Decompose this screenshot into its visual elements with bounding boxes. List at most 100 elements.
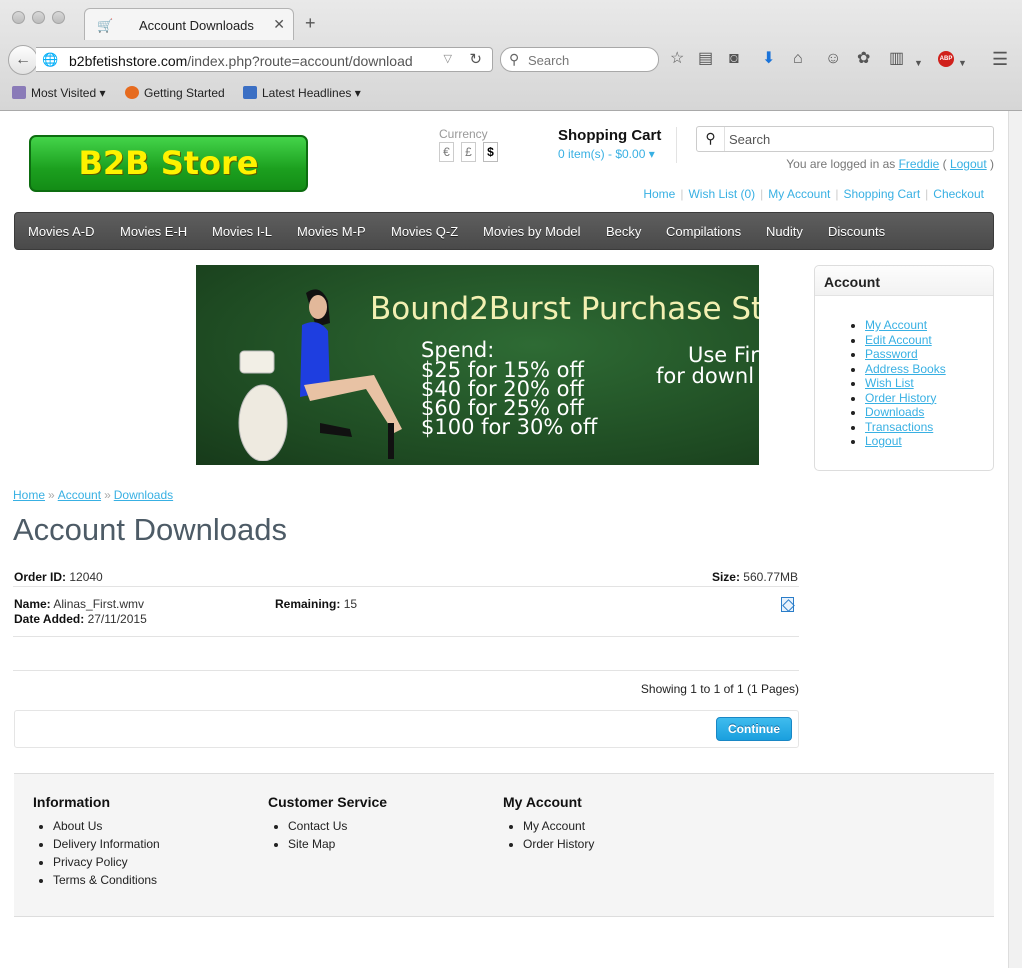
account-sidebar-title: Account — [815, 266, 993, 296]
back-button[interactable]: ← — [8, 45, 38, 75]
browser-search-input[interactable]: ⚲ Search — [500, 47, 659, 72]
sidebar-link-wish-list[interactable]: Wish List — [865, 376, 914, 390]
remaining-label: Remaining: — [275, 597, 341, 611]
hamburger-menu-icon[interactable]: ☰ — [992, 50, 1008, 68]
breadcrumb-downloads[interactable]: Downloads — [114, 488, 173, 502]
adblock-icon[interactable]: ABP — [938, 51, 954, 67]
shopping-cart-widget[interactable]: Shopping Cart 0 item(s) - $0.00 ▾ — [558, 127, 661, 161]
menu-item[interactable]: Discounts — [828, 224, 885, 239]
footer-link[interactable]: Terms & Conditions — [53, 871, 160, 889]
top-link-checkout[interactable]: Checkout — [933, 187, 984, 201]
menu-item[interactable]: Movies E-H — [120, 224, 187, 239]
page-title: Account Downloads — [13, 512, 287, 547]
banner-line: for downl — [656, 364, 755, 388]
divider — [676, 127, 677, 163]
sidebar-link-transactions[interactable]: Transactions — [865, 420, 933, 434]
clipboard-icon[interactable]: ▥ — [889, 50, 904, 68]
footer-link[interactable]: Order History — [523, 835, 594, 853]
tab-close-icon[interactable]: ✕ — [273, 16, 285, 33]
menu-item[interactable]: Nudity — [766, 224, 803, 239]
top-link-wish-list[interactable]: Wish List (0) — [688, 187, 755, 201]
scrollbar[interactable] — [1008, 111, 1022, 968]
minimize-window-button[interactable] — [32, 11, 45, 24]
page-viewport: B2B Store Currency € £ $ Shopping Cart 0 i… — [0, 111, 1008, 968]
footer: Information About Us Delivery Informatio… — [14, 773, 994, 917]
site-search-placeholder: Search — [729, 132, 771, 147]
menu-item[interactable]: Movies A-D — [28, 224, 94, 239]
currency-dollar-button[interactable]: $ — [483, 142, 498, 162]
cart-total[interactable]: 0 item(s) - $0.00 ▾ — [558, 147, 661, 161]
sidebar-link-downloads[interactable]: Downloads — [865, 405, 924, 419]
breadcrumb-account[interactable]: Account — [58, 488, 101, 502]
adblock-dropdown-icon[interactable]: ▼ — [958, 54, 967, 72]
tab-title: Account Downloads — [139, 18, 254, 33]
footer-link[interactable]: Delivery Information — [53, 835, 160, 853]
sidebar-link-address-books[interactable]: Address Books — [865, 362, 946, 376]
sidebar-link-edit-account[interactable]: Edit Account — [865, 333, 932, 347]
menu-item[interactable]: Movies M-P — [297, 224, 366, 239]
browser-tab[interactable]: 🛒 Account Downloads ✕ — [84, 8, 294, 40]
download-icon[interactable] — [781, 597, 794, 612]
bookmarks-toolbar: Most Visited ▾ Getting Started Latest He… — [0, 82, 1022, 104]
bookmark-latest-headlines[interactable]: Latest Headlines ▾ — [243, 86, 361, 100]
url-dropdown-icon[interactable]: ▽ — [444, 52, 452, 65]
name-label: Name: — [14, 597, 51, 611]
menu-item[interactable]: Movies Q-Z — [391, 224, 458, 239]
store-logo[interactable]: B2B Store — [29, 135, 308, 192]
menu-item[interactable]: Becky — [606, 224, 641, 239]
reload-icon[interactable]: ↻ — [469, 50, 482, 68]
clipboard-dropdown-icon[interactable]: ▼ — [914, 54, 923, 72]
breadcrumb-home[interactable]: Home — [13, 488, 45, 502]
globe-icon: 🌐 — [42, 52, 59, 67]
promo-banner[interactable]: Bound2Burst Purchase St Spend: $25 for 1… — [196, 265, 759, 465]
footer-link[interactable]: Site Map — [288, 835, 387, 853]
list-item: Wish List — [865, 376, 946, 391]
zoom-window-button[interactable] — [52, 11, 65, 24]
banner-line: Spend: — [421, 338, 495, 362]
footer-link[interactable]: Privacy Policy — [53, 853, 160, 871]
new-tab-button[interactable]: + — [305, 14, 316, 32]
list-item: Order History — [865, 391, 946, 406]
reading-list-icon[interactable]: ▤ — [698, 50, 713, 68]
menu-item[interactable]: Compilations — [666, 224, 741, 239]
order-id-label: Order ID: — [14, 570, 67, 584]
footer-my-account: My Account My Account Order History — [503, 794, 594, 853]
bookmark-star-icon[interactable]: ☆ — [670, 50, 684, 68]
rss-icon — [243, 86, 257, 99]
pocket-icon[interactable]: ◙ — [729, 50, 739, 68]
browser-search-placeholder: Search — [528, 53, 570, 68]
extension-icon[interactable]: ✿ — [857, 50, 870, 68]
continue-button[interactable]: Continue — [716, 717, 792, 741]
home-icon[interactable]: ⌂ — [793, 50, 803, 68]
footer-link[interactable]: About Us — [53, 817, 160, 835]
sidebar-link-password[interactable]: Password — [865, 347, 918, 361]
bookmark-getting-started[interactable]: Getting Started — [125, 86, 225, 100]
search-icon[interactable]: ⚲ — [697, 127, 725, 151]
logout-link[interactable]: Logout — [950, 157, 987, 171]
top-link-home[interactable]: Home — [643, 187, 675, 201]
sidebar-link-order-history[interactable]: Order History — [865, 391, 936, 405]
menu-item[interactable]: Movies I-L — [212, 224, 272, 239]
downloads-icon[interactable]: ⬇ — [762, 50, 775, 68]
url-bar[interactable]: 🌐 b2bfetishstore.com/index.php?route=acc… — [36, 47, 493, 72]
currency-euro-button[interactable]: € — [439, 142, 454, 162]
order-header: Order ID: 12040 Size: 560.77MB — [13, 570, 799, 587]
banner-line: $100 for 30% off — [421, 415, 598, 439]
chevron-down-icon: ▾ — [648, 147, 655, 161]
username-link[interactable]: Freddie — [899, 157, 940, 171]
sidebar-link-my-account[interactable]: My Account — [865, 318, 927, 332]
chat-icon[interactable]: ☺ — [825, 50, 841, 68]
sidebar-link-logout[interactable]: Logout — [865, 434, 902, 448]
size-label: Size: — [711, 570, 740, 584]
top-link-shopping-cart[interactable]: Shopping Cart — [843, 187, 920, 201]
pagination-results: Showing 1 to 1 of 1 (1 Pages) — [640, 682, 799, 696]
site-search-input[interactable]: ⚲ Search — [696, 126, 994, 152]
footer-link[interactable]: My Account — [523, 817, 594, 835]
menu-item[interactable]: Movies by Model — [483, 224, 581, 239]
footer-information: Information About Us Delivery Informatio… — [33, 794, 160, 889]
close-window-button[interactable] — [12, 11, 25, 24]
bookmark-most-visited[interactable]: Most Visited ▾ — [12, 86, 106, 100]
footer-link[interactable]: Contact Us — [288, 817, 387, 835]
top-link-my-account[interactable]: My Account — [768, 187, 830, 201]
currency-pound-button[interactable]: £ — [461, 142, 476, 162]
